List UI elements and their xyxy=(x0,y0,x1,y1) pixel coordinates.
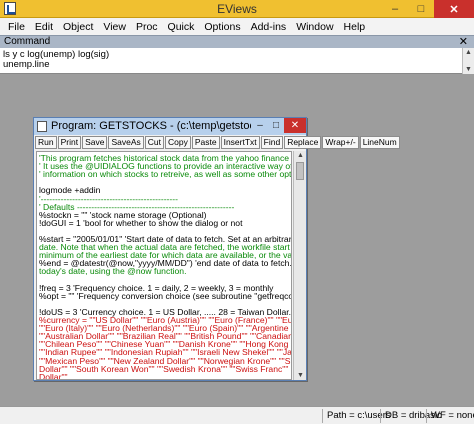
menu-help[interactable]: Help xyxy=(339,21,371,33)
command-pane-header: Command ✕ xyxy=(0,35,474,48)
code-line: ' information on which stocks to retreiv… xyxy=(39,169,292,180)
maximize-button[interactable]: □ xyxy=(408,0,434,18)
program-scrollbar[interactable]: ▲ ▼ xyxy=(293,151,306,380)
command-scrollbar[interactable]: ▲ ▼ xyxy=(462,48,474,74)
scroll-down-icon[interactable]: ▼ xyxy=(297,372,304,379)
wrap-toggle-button[interactable]: Wrap+/- xyxy=(322,136,359,149)
save-as-button[interactable]: SaveAs xyxy=(108,136,144,149)
menu-add-ins[interactable]: Add-ins xyxy=(246,21,292,33)
command-pane-title: Command xyxy=(4,36,51,47)
find-button[interactable]: Find xyxy=(260,136,284,149)
scroll-up-icon[interactable]: ▲ xyxy=(465,49,472,56)
program-window-controls: – □ ✕ xyxy=(252,118,306,133)
menu-file[interactable]: File xyxy=(3,21,30,33)
program-editor[interactable]: 'This program fetches historical stock d… xyxy=(36,151,292,380)
command-line: unemp.line xyxy=(3,59,50,70)
line-numbers-button[interactable]: LineNum xyxy=(359,136,400,149)
scroll-down-icon[interactable]: ▼ xyxy=(465,66,472,73)
code-line: !doGUI = 1 'bool for whether to show the… xyxy=(39,217,243,228)
program-window: Program: GETSTOCKS - (c:\temp\getstocks\… xyxy=(33,117,400,381)
save-button[interactable]: Save xyxy=(82,136,108,149)
paste-button[interactable]: Paste xyxy=(191,136,220,149)
code-line: Dollar"" ""South Korean Won"" ""Swedish … xyxy=(39,363,291,374)
app-titlebar: EViews – □ ✕ xyxy=(0,0,474,18)
command-input[interactable]: ls y c log(unemp) log(sig) unemp.line ▲ … xyxy=(0,48,474,74)
menu-bar: File Edit Object View Proc Quick Options… xyxy=(0,18,474,35)
code-line: %opt = "" 'Frequency conversion choice (… xyxy=(39,290,292,301)
cut-button[interactable]: Cut xyxy=(144,136,164,149)
program-maximize-button[interactable]: □ xyxy=(268,118,284,133)
close-button[interactable]: ✕ xyxy=(434,0,474,18)
scroll-up-icon[interactable]: ▲ xyxy=(297,152,304,159)
status-wf: WF = none xyxy=(426,409,474,423)
insert-text-button[interactable]: InsertTxt xyxy=(220,136,260,149)
program-icon xyxy=(37,121,47,132)
command-close-icon[interactable]: ✕ xyxy=(459,35,468,48)
program-titlebar[interactable]: Program: GETSTOCKS - (c:\temp\getstocks\… xyxy=(34,118,306,135)
program-toolbar: Run Print Save SaveAs Cut Copy Paste Ins… xyxy=(35,136,400,150)
minimize-button[interactable]: – xyxy=(382,0,408,18)
window-controls: – □ ✕ xyxy=(382,0,474,18)
menu-object[interactable]: Object xyxy=(58,21,98,33)
menu-view[interactable]: View xyxy=(98,21,131,33)
menu-quick[interactable]: Quick xyxy=(163,21,200,33)
program-title: Program: GETSTOCKS - (c:\temp\getstocks\… xyxy=(51,120,251,132)
code-line: Dollar"" xyxy=(39,371,68,380)
program-close-button[interactable]: ✕ xyxy=(284,118,306,133)
scrollbar-thumb[interactable] xyxy=(296,162,304,180)
code-line: today's date, using the @now function. xyxy=(39,266,187,277)
status-bar: Path = c:\users DB = dribasic WF = none xyxy=(0,406,474,424)
run-button[interactable]: Run xyxy=(35,136,57,149)
print-button[interactable]: Print xyxy=(57,136,82,149)
program-minimize-button[interactable]: – xyxy=(252,118,268,133)
replace-button[interactable]: Replace xyxy=(284,136,322,149)
menu-edit[interactable]: Edit xyxy=(30,21,58,33)
menu-proc[interactable]: Proc xyxy=(131,21,163,33)
menu-window[interactable]: Window xyxy=(291,21,338,33)
copy-button[interactable]: Copy xyxy=(164,136,191,149)
menu-options[interactable]: Options xyxy=(199,21,245,33)
